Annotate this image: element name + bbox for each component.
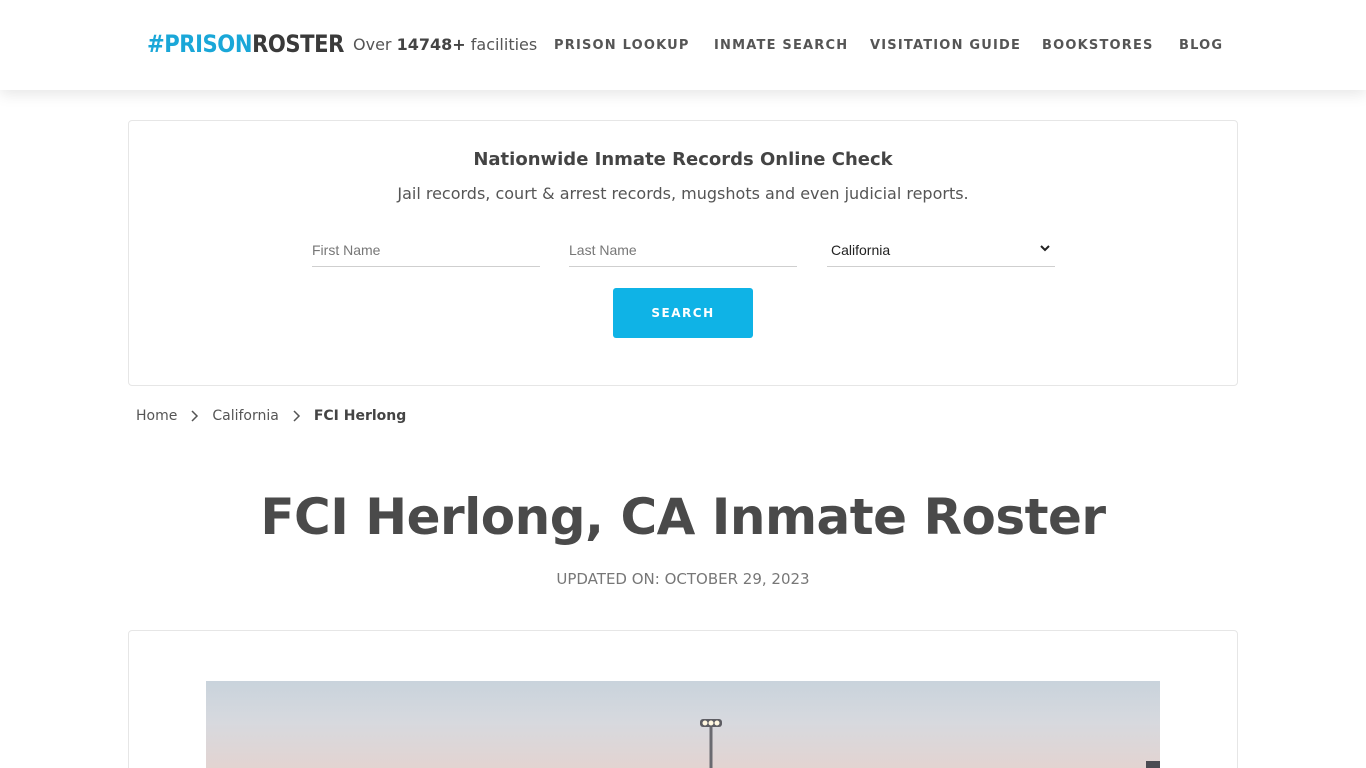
first-name-input[interactable] bbox=[312, 234, 540, 267]
search-card-subtitle: Jail records, court & arrest records, mu… bbox=[397, 184, 969, 203]
chevron-right-icon bbox=[191, 410, 199, 422]
facilities-count: 14748+ bbox=[396, 35, 466, 54]
nav-blog[interactable]: BLOG bbox=[1179, 38, 1223, 53]
nav-inmate-search[interactable]: INMATE SEARCH bbox=[714, 38, 848, 53]
chevron-right-icon bbox=[293, 410, 300, 422]
nav-bookstores[interactable]: BOOKSTORES bbox=[1042, 38, 1154, 53]
chevron-down-icon bbox=[1040, 245, 1050, 252]
last-name-input[interactable] bbox=[569, 234, 797, 267]
state-select[interactable]: California bbox=[827, 234, 1055, 267]
updated-date: UPDATED ON: OCTOBER 29, 2023 bbox=[556, 570, 810, 588]
breadcrumb-home[interactable]: Home bbox=[136, 408, 177, 424]
facility-image-card bbox=[128, 630, 1238, 768]
state-select-value: California bbox=[831, 242, 891, 258]
facility-photo-illustration bbox=[700, 719, 1160, 768]
nav-prison-lookup[interactable]: PRISON LOOKUP bbox=[554, 38, 690, 53]
logo-hash: # bbox=[147, 30, 165, 58]
page-title: FCI Herlong, CA Inmate Roster bbox=[260, 488, 1106, 546]
inmate-search-card: Nationwide Inmate Records Online Check J… bbox=[128, 120, 1238, 386]
nav-visitation-guide[interactable]: VISITATION GUIDE bbox=[870, 38, 1021, 53]
breadcrumb-state[interactable]: California bbox=[212, 408, 278, 424]
breadcrumb-current: FCI Herlong bbox=[313, 408, 407, 424]
facilities-prefix: Over bbox=[353, 35, 392, 54]
site-logo[interactable]: # PRISON ROSTER bbox=[147, 29, 344, 59]
site-header: # PRISON ROSTER Over 14748+ facilities P… bbox=[0, 0, 1366, 90]
search-button[interactable]: SEARCH bbox=[613, 288, 753, 338]
breadcrumb: Home California FCI Herlong bbox=[136, 408, 406, 424]
facilities-suffix: facilities bbox=[470, 35, 538, 54]
logo-roster: ROSTER bbox=[252, 30, 344, 58]
facility-photo bbox=[206, 681, 1160, 768]
search-card-title: Nationwide Inmate Records Online Check bbox=[473, 149, 893, 170]
logo-prison: PRISON bbox=[164, 30, 253, 58]
facilities-count-text: Over 14748+ facilities bbox=[353, 35, 537, 54]
